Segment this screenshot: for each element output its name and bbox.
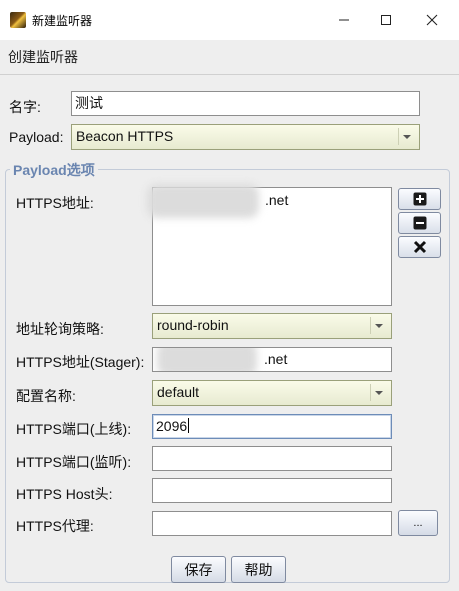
window-title: 新建监听器 xyxy=(32,14,93,28)
list-item[interactable]: .net xyxy=(265,192,288,208)
minimize-button[interactable] xyxy=(321,0,367,40)
chevron-down-icon xyxy=(370,384,387,401)
chevron-down-icon xyxy=(370,317,387,334)
title-bar: 新建监听器 xyxy=(0,0,459,40)
app-icon xyxy=(10,12,26,28)
name-label: 名字: xyxy=(9,99,41,115)
dialog-subtitle: 创建监听器 xyxy=(8,49,78,65)
close-button[interactable] xyxy=(409,0,455,40)
minus-icon xyxy=(413,216,426,230)
help-button[interactable]: 帮助 xyxy=(231,556,286,583)
port-bind-input[interactable] xyxy=(152,446,392,471)
profile-value: default xyxy=(157,384,200,400)
payload-select-value: Beacon HTTPS xyxy=(76,128,174,144)
payload-select[interactable]: Beacon HTTPS xyxy=(71,124,420,150)
plus-icon xyxy=(413,192,426,206)
stager-host-label: HTTPS地址(Stager): xyxy=(16,354,145,370)
clear-hosts-button[interactable] xyxy=(398,236,441,258)
header-divider xyxy=(0,74,459,75)
redaction-blur xyxy=(147,184,259,218)
x-icon xyxy=(413,240,426,254)
proxy-browse-button[interactable]: ... xyxy=(398,510,438,536)
name-input[interactable]: 测试 xyxy=(71,91,420,116)
port-bind-label: HTTPS端口(监听): xyxy=(16,454,132,470)
host-rotation-value: round-robin xyxy=(157,317,229,333)
chevron-down-icon xyxy=(398,128,415,145)
port-c2-value: 2096 xyxy=(156,418,188,434)
host-header-input[interactable] xyxy=(152,478,392,503)
host-rotation-label: 地址轮询策略: xyxy=(16,321,104,337)
port-c2-label: HTTPS端口(上线): xyxy=(16,421,132,437)
port-c2-input[interactable]: 2096 xyxy=(152,414,392,439)
minimize-icon xyxy=(339,19,349,21)
proxy-label: HTTPS代理: xyxy=(16,518,94,534)
maximize-button[interactable] xyxy=(363,0,409,40)
maximize-icon xyxy=(381,15,391,25)
profile-label: 配置名称: xyxy=(16,388,76,404)
save-button[interactable]: 保存 xyxy=(171,556,226,583)
stager-host-input[interactable]: .net xyxy=(152,347,392,372)
dialog-content: 创建监听器 名字: 测试 Payload: Beacon HTTPS Paylo… xyxy=(0,40,459,591)
add-host-button[interactable] xyxy=(398,188,441,210)
https-hosts-label: HTTPS地址: xyxy=(16,195,94,211)
close-icon xyxy=(426,14,438,26)
redaction-blur xyxy=(157,348,257,371)
payload-label: Payload: xyxy=(9,129,64,145)
remove-host-button[interactable] xyxy=(398,212,441,234)
host-rotation-select[interactable]: round-robin xyxy=(152,313,392,339)
text-caret xyxy=(188,418,190,433)
stager-host-value: .net xyxy=(264,351,288,367)
proxy-input[interactable] xyxy=(152,511,392,536)
payload-options-title: Payload选项 xyxy=(10,160,98,180)
https-hosts-list[interactable]: .net xyxy=(147,184,392,306)
host-header-label: HTTPS Host头: xyxy=(16,486,113,502)
profile-select[interactable]: default xyxy=(152,380,392,406)
